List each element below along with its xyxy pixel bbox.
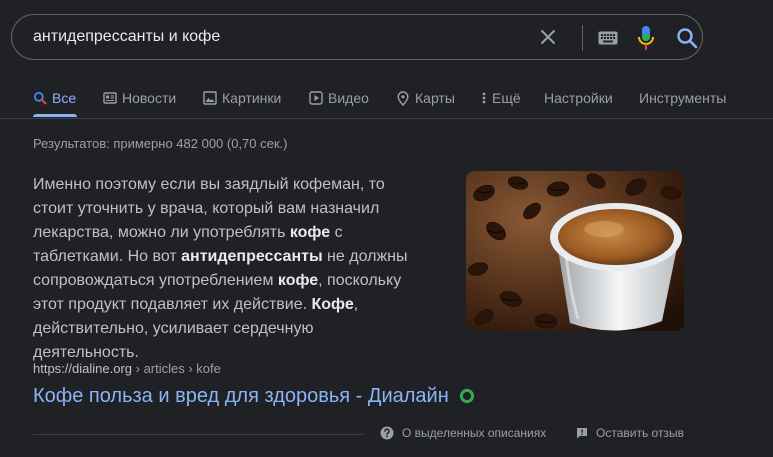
secure-site-icon (459, 388, 475, 404)
result-title-link[interactable]: Кофе польза и вред для здоровья - Диалай… (33, 385, 449, 408)
snippet-image[interactable] (466, 171, 684, 331)
tab-maps[interactable]: Карты (396, 90, 455, 106)
result-domain: https://dialine.org (33, 361, 133, 376)
tab-more[interactable]: Ещё (481, 90, 521, 106)
keyboard-icon[interactable] (598, 31, 618, 45)
active-tab-indicator (33, 114, 77, 117)
feedback-icon (577, 428, 587, 439)
tab-news[interactable]: Новости (103, 90, 176, 106)
tabs-divider (0, 118, 773, 119)
clear-icon[interactable] (538, 27, 558, 47)
search-box[interactable]: антидепрессанты и кофе (11, 14, 703, 60)
about-label: О выделенных описаниях (402, 426, 547, 440)
footer-divider (33, 434, 363, 435)
tab-label: Все (52, 90, 77, 106)
map-pin-icon (397, 90, 409, 106)
tab-settings[interactable]: Настройки (544, 90, 613, 106)
tab-label: Новости (122, 90, 177, 106)
tab-label: Настройки (544, 90, 613, 106)
tab-label: Ещё (492, 90, 521, 106)
snippet-highlight: антидепрессанты (181, 248, 323, 265)
feedback-button[interactable]: Оставить отзыв (576, 426, 684, 440)
image-icon (203, 91, 217, 105)
search-icon (33, 91, 47, 105)
tab-images[interactable]: Картинки (203, 90, 281, 106)
tab-video[interactable]: Видео (309, 90, 369, 106)
snippet-highlight: кофе (277, 272, 319, 289)
tab-label: Картинки (222, 90, 282, 106)
featured-snippet-text: Именно поэтому если вы заядлый кофеман, … (33, 173, 423, 365)
about-featured-snippets[interactable]: О выделенных описаниях (380, 426, 546, 440)
search-input[interactable]: антидепрессанты и кофе (33, 28, 220, 46)
tab-label: Карты (415, 90, 455, 106)
search-divider (582, 25, 583, 51)
snippet-highlight: Кофе (311, 296, 354, 313)
search-icon[interactable] (676, 27, 698, 49)
result-path: › articles › kofe (132, 361, 221, 376)
tab-label: Видео (328, 90, 369, 106)
news-icon (103, 92, 117, 104)
search-tabs: Все Новости Картинки Видео Карты Ещё Нас… (0, 82, 773, 117)
more-vert-icon (482, 92, 486, 104)
snippet-highlight: кофе (289, 224, 331, 241)
coffee-cup-image (466, 171, 684, 331)
tab-tools[interactable]: Инструменты (639, 90, 726, 106)
feedback-label: Оставить отзыв (596, 426, 684, 440)
result-stats: Результатов: примерно 482 000 (0,70 сек.… (33, 136, 288, 151)
help-icon (380, 426, 394, 440)
microphone-icon[interactable] (637, 25, 655, 51)
tab-all[interactable]: Все (33, 90, 76, 106)
video-icon (309, 91, 323, 105)
tab-label: Инструменты (639, 90, 727, 106)
result-url[interactable]: https://dialine.org › articles › kofe (33, 361, 221, 376)
